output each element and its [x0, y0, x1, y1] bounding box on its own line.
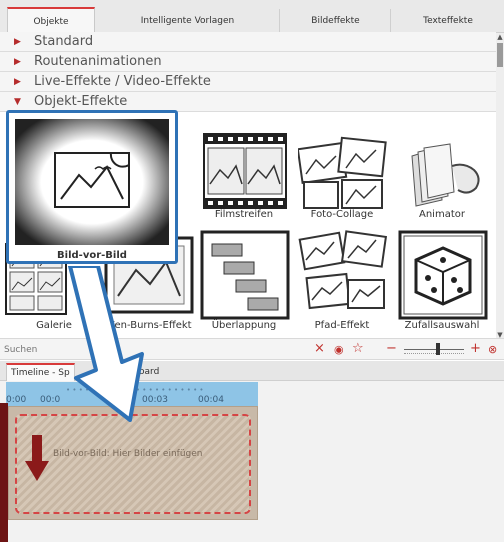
drop-arrow-icon — [25, 435, 49, 481]
collapse-arrow-icon: ▼ — [14, 96, 21, 107]
zufallsauswahl-label: Zufallsauswahl — [404, 320, 480, 331]
clear-search-icon[interactable]: × — [314, 341, 325, 356]
effects-scrollbar[interactable]: ▲ ▼ — [496, 33, 504, 339]
zufallsauswahl-tile[interactable] — [398, 230, 488, 320]
tab-objekte[interactable]: Objekte — [7, 7, 95, 34]
drag-arrow-icon — [68, 266, 144, 422]
zoom-slider-ticks — [404, 353, 464, 356]
tab-bar: Objekte Intelligente Vorlagen Bildeffekt… — [0, 0, 504, 34]
scroll-thumb[interactable] — [497, 43, 503, 67]
pfad-effekt-tile[interactable] — [298, 230, 388, 320]
expand-arrow-icon: ▶ — [14, 36, 21, 47]
path-effect-icon — [298, 230, 388, 310]
eye-icon[interactable]: ◉ — [334, 343, 344, 356]
scroll-up-icon[interactable]: ▲ — [496, 33, 504, 41]
zoom-in-icon[interactable]: + — [470, 341, 481, 356]
animator-label: Animator — [419, 209, 465, 220]
category-label: Live-Effekte / Video-Effekte — [34, 74, 211, 89]
track-marker — [0, 403, 8, 542]
foto-collage-label: Foto-Collage — [310, 209, 374, 220]
tab-bildeffekte[interactable]: Bildeffekte — [281, 9, 391, 33]
ruler-tick: 00:04 — [198, 395, 224, 405]
expand-arrow-icon: ▶ — [14, 76, 21, 87]
category-live-effekte[interactable]: ▶ Live-Effekte / Video-Effekte — [0, 72, 496, 92]
photo-collage-icon — [296, 136, 387, 209]
overlap-icon — [200, 230, 290, 320]
zoom-slider-track[interactable] — [404, 349, 464, 350]
dice-icon — [398, 230, 488, 320]
zoom-out-icon[interactable]: − — [386, 341, 397, 356]
expand-arrow-icon: ▶ — [14, 56, 21, 67]
ruler-tick: 0:00 — [6, 395, 27, 405]
animator-tile[interactable] — [398, 126, 488, 216]
drop-zone[interactable] — [15, 414, 251, 514]
filmstreifen-label: Filmstreifen — [214, 209, 274, 220]
ueberlappung-label: Überlappung — [211, 320, 277, 331]
tab-texteffekte[interactable]: Texteffekte — [392, 9, 504, 33]
ueberlappung-tile[interactable] — [200, 230, 290, 320]
category-label: Standard — [34, 34, 94, 49]
zoom-fit-icon[interactable]: ⊗ — [488, 343, 497, 356]
category-objekt-effekte[interactable]: ▼ Objekt-Effekte — [0, 92, 496, 112]
bild-vor-bild-callout[interactable]: Bild-vor-Bild — [6, 110, 178, 264]
pfad-effekt-label: Pfad-Effekt — [314, 320, 370, 331]
tab-intelligente-vorlagen[interactable]: Intelligente Vorlagen — [96, 9, 280, 33]
foto-collage-tile[interactable] — [296, 126, 388, 216]
filmstrip-icon — [203, 133, 287, 209]
category-routenanimationen[interactable]: ▶ Routenanimationen — [0, 52, 496, 72]
category-label: Objekt-Effekte — [34, 94, 128, 109]
favorite-star-icon[interactable]: ☆ — [352, 341, 364, 356]
bild-vor-bild-icon — [15, 119, 169, 245]
bild-vor-bild-label: Bild-vor-Bild — [57, 250, 127, 261]
category-label: Routenanimationen — [34, 54, 162, 69]
filmstreifen-tile[interactable] — [200, 126, 290, 216]
flipbook-icon — [411, 143, 480, 207]
category-standard[interactable]: ▶ Standard — [0, 32, 496, 52]
zoom-slider-knob[interactable] — [436, 343, 440, 355]
drop-zone-text: Bild-vor-Bild: Hier Bilder einfügen — [53, 449, 203, 459]
